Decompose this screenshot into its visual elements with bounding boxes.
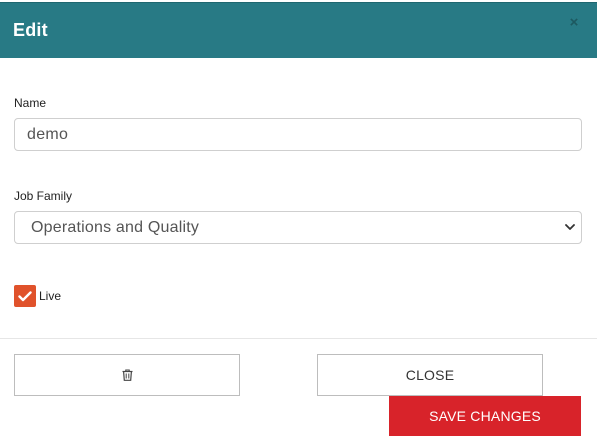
- close-icon[interactable]: ×: [568, 15, 580, 30]
- close-button[interactable]: CLOSE: [317, 354, 543, 396]
- live-checkbox[interactable]: [14, 285, 36, 307]
- job-family-selected-value: Operations and Quality: [31, 218, 200, 236]
- dialog-header: Edit ×: [0, 2, 597, 58]
- name-input-value: demo: [27, 125, 69, 143]
- job-family-select[interactable]: Operations and Quality: [14, 211, 582, 244]
- save-changes-label: SAVE CHANGES: [429, 408, 541, 424]
- trash-icon: [122, 369, 132, 381]
- dialog-title: Edit: [13, 20, 48, 40]
- name-label: Name: [14, 96, 47, 110]
- footer-divider: [0, 338, 597, 339]
- live-label: Live: [39, 289, 62, 303]
- chevron-down-icon: [565, 223, 575, 233]
- save-changes-button[interactable]: SAVE CHANGES: [389, 396, 581, 436]
- close-button-label: CLOSE: [405, 367, 455, 383]
- job-family-label: Job Family: [14, 189, 73, 203]
- delete-button[interactable]: [14, 354, 240, 396]
- checkmark-icon: [18, 290, 32, 301]
- edit-dialog: Edit × Name demo Job Family Operations a…: [0, 0, 597, 448]
- name-input[interactable]: demo: [14, 118, 582, 151]
